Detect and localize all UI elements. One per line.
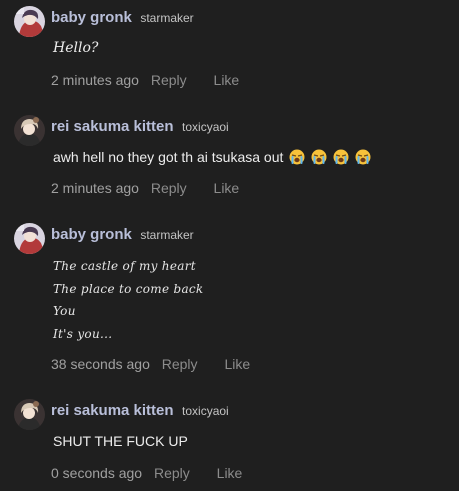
reply-button[interactable]: Reply xyxy=(151,180,187,196)
comment-meta: 2 minutes ago Reply Like xyxy=(51,72,239,88)
comment-header: baby gronk starmaker xyxy=(51,226,194,244)
avatar[interactable] xyxy=(14,6,45,37)
author-handle[interactable]: toxicyaoi xyxy=(182,120,229,134)
reply-button[interactable]: Reply xyxy=(162,356,198,372)
emoji-group xyxy=(287,149,371,165)
loudly-crying-face-icon xyxy=(311,149,327,165)
comment-line: The castle of my heart xyxy=(53,259,196,273)
author-name[interactable]: rei sakuma kitten xyxy=(51,402,174,419)
comment-line: The place to come back xyxy=(53,281,204,296)
like-button[interactable]: Like xyxy=(224,356,250,372)
comment-text: SHUT THE FUCK UP xyxy=(53,433,188,449)
like-button[interactable]: Like xyxy=(214,72,240,88)
author-name[interactable]: baby gronk xyxy=(51,9,132,26)
loudly-crying-face-icon xyxy=(355,149,371,165)
loudly-crying-face-icon xyxy=(289,149,305,165)
comment-meta: 0 seconds ago Reply Like xyxy=(51,465,242,481)
like-button[interactable]: Like xyxy=(214,180,240,196)
comment-meta: 38 seconds ago Reply Like xyxy=(51,356,250,372)
comment-body: awh hell no they got th ai tsukasa out xyxy=(53,149,371,165)
author-handle[interactable]: starmaker xyxy=(140,228,193,242)
like-button[interactable]: Like xyxy=(217,465,243,481)
comment-line: You xyxy=(53,304,76,318)
comment-header: rei sakuma kitten toxicyaoi xyxy=(51,402,229,420)
reply-button[interactable]: Reply xyxy=(154,465,190,481)
author-handle[interactable]: toxicyaoi xyxy=(182,404,229,418)
comment-body: The castle of my heart The place to come… xyxy=(53,255,204,345)
avatar[interactable] xyxy=(14,223,45,254)
timestamp: 0 seconds ago xyxy=(51,465,143,481)
timestamp: 38 seconds ago xyxy=(51,356,150,372)
reply-button[interactable]: Reply xyxy=(151,72,187,88)
comment-header: baby gronk starmaker xyxy=(51,9,194,27)
comment-text: awh hell no they got th ai tsukasa out xyxy=(53,149,284,165)
author-name[interactable]: baby gronk xyxy=(51,226,132,243)
avatar[interactable] xyxy=(14,399,45,430)
comment-meta: 2 minutes ago Reply Like xyxy=(51,180,239,196)
loudly-crying-face-icon xyxy=(333,149,349,165)
timestamp: 2 minutes ago xyxy=(51,72,139,88)
comment-header: rei sakuma kitten toxicyaoi xyxy=(51,118,229,136)
comment-text: Hello? xyxy=(53,40,99,56)
author-handle[interactable]: starmaker xyxy=(140,11,193,25)
timestamp: 2 minutes ago xyxy=(51,180,139,196)
comment-line: It's you... xyxy=(53,326,113,341)
avatar[interactable] xyxy=(14,115,45,146)
author-name[interactable]: rei sakuma kitten xyxy=(51,118,174,135)
